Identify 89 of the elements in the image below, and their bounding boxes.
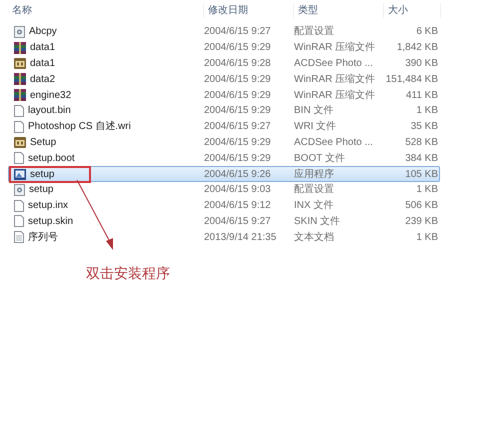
- file-name: Setup: [30, 136, 56, 150]
- file-row[interactable]: setup 2004/6/15 9:26 应用程序 105 KB: [8, 166, 440, 182]
- file-type: INX 文件: [293, 198, 334, 214]
- modified-date: 2004/6/15 9:12: [203, 199, 272, 214]
- blank-file-icon: [14, 215, 24, 228]
- file-row[interactable]: Abcpy 2004/6/15 9:27 配置设置 6 KB: [8, 24, 440, 40]
- settings-file-icon: [14, 184, 25, 196]
- column-header[interactable]: 名称: [12, 2, 203, 18]
- file-row[interactable]: data2 2004/6/15 9:29 WinRAR 压缩文件 151,484 KB: [8, 71, 440, 88]
- file-row[interactable]: Photoshop CS 自述.wri 2004/6/15 9:27 WRI 文件 35 KB: [8, 118, 440, 135]
- modified-date: 2004/6/15 9:27: [203, 25, 272, 40]
- settings-file-icon: [14, 26, 25, 38]
- column-header[interactable]: 大小: [383, 2, 441, 18]
- books-stack-icon: [14, 89, 26, 102]
- file-size: 390 KB: [404, 57, 438, 71]
- file-name: setup.inx: [28, 199, 68, 214]
- file-type: BIN 文件: [293, 104, 334, 118]
- file-type: 配置设置: [293, 24, 335, 40]
- modified-date: 2004/6/15 9:26: [203, 168, 272, 182]
- modified-date: 2004/6/15 9:03: [203, 183, 272, 198]
- modified-date: 2013/9/14 21:35: [203, 230, 278, 245]
- blank-file-icon: [14, 152, 24, 164]
- modified-date: 2004/6/15 9:28: [203, 57, 272, 71]
- file-type: WRI 文件: [293, 120, 338, 134]
- file-name: setup.skin: [28, 214, 74, 229]
- file-size: 6 KB: [415, 25, 438, 40]
- file-name: layout.bin: [28, 104, 71, 118]
- file-type: BOOT 文件: [293, 152, 346, 166]
- blank-file-icon: [14, 104, 24, 117]
- file-size: 1,842 KB: [396, 41, 438, 56]
- file-row[interactable]: setup.inx 2004/6/15 9:12 INX 文件 506 KB: [8, 198, 440, 214]
- modified-date: 2004/6/15 9:29: [203, 88, 272, 103]
- file-row[interactable]: Setup 2004/6/15 9:29 ACDSee Photo ... 528 KB: [8, 134, 440, 150]
- books-stack-icon: [14, 73, 26, 86]
- installer-icon: [14, 168, 26, 180]
- file-name: data2: [30, 72, 56, 87]
- file-size: 1 KB: [415, 230, 438, 245]
- file-type: WinRAR 压缩文件: [293, 40, 376, 56]
- file-type: ACDSee Photo ...: [293, 57, 374, 71]
- file-size: 384 KB: [404, 152, 438, 166]
- file-name: setup: [29, 183, 54, 198]
- file-type: 文本文档: [293, 230, 335, 245]
- file-row[interactable]: setup.skin 2004/6/15 9:27 SKIN 文件 239 KB: [8, 214, 440, 230]
- file-name: engine32: [30, 88, 72, 103]
- file-size: 35 KB: [410, 120, 438, 134]
- file-size: 151,484 KB: [384, 72, 438, 87]
- file-type: 配置设置: [293, 182, 335, 198]
- books-stack-icon: [14, 42, 26, 54]
- file-size: 528 KB: [404, 136, 438, 150]
- photo-viewer-icon: [14, 58, 26, 69]
- annotation-text: 双击安装程序: [86, 264, 170, 283]
- blank-file-icon: [14, 200, 24, 212]
- column-header[interactable]: 类型: [293, 2, 383, 18]
- file-row[interactable]: setup 2004/6/15 9:03 配置设置 1 KB: [8, 182, 440, 198]
- file-row[interactable]: engine32 2004/6/15 9:29 WinRAR 压缩文件 411 KB: [8, 87, 440, 103]
- file-row[interactable]: setup.boot 2004/6/15 9:29 BOOT 文件 384 KB: [8, 150, 440, 166]
- blank-file-icon: [14, 120, 24, 133]
- file-name: setup: [30, 168, 54, 182]
- file-type: WinRAR 压缩文件: [293, 88, 376, 103]
- file-name: Photoshop CS 自述.wri: [28, 120, 131, 134]
- text-document-icon: [14, 231, 24, 244]
- file-row[interactable]: data1 2004/6/15 9:28 ACDSee Photo ... 390 KB: [8, 56, 440, 72]
- file-name: data1: [30, 41, 56, 56]
- file-type: SKIN 文件: [293, 214, 342, 229]
- photo-viewer-icon: [14, 136, 26, 148]
- file-name: setup.boot: [28, 152, 75, 166]
- file-name: data1: [30, 57, 56, 71]
- file-size: 239 KB: [404, 214, 438, 229]
- file-size: 105 KB: [404, 168, 438, 182]
- file-type: ACDSee Photo ...: [293, 136, 374, 150]
- modified-date: 2004/6/15 9:27: [203, 214, 272, 229]
- file-type: WinRAR 压缩文件: [293, 72, 376, 87]
- modified-date: 2004/6/15 9:29: [203, 136, 272, 150]
- file-size: 1 KB: [415, 104, 438, 118]
- file-type: 应用程序: [293, 168, 335, 182]
- file-name: 序列号: [28, 230, 58, 245]
- modified-date: 2004/6/15 9:27: [203, 120, 272, 134]
- file-size: 411 KB: [404, 88, 438, 103]
- file-row[interactable]: data1 2004/6/15 9:29 WinRAR 压缩文件 1,842 KB: [8, 40, 440, 56]
- file-row[interactable]: layout.bin 2004/6/15 9:29 BIN 文件 1 KB: [8, 102, 440, 119]
- file-name: Abcpy: [29, 25, 57, 40]
- file-size: 1 KB: [415, 183, 438, 198]
- modified-date: 2004/6/15 9:29: [203, 41, 272, 56]
- file-row[interactable]: 序列号 2013/9/14 21:35 文本文档 1 KB: [8, 229, 440, 246]
- modified-date: 2004/6/15 9:29: [203, 104, 272, 118]
- modified-date: 2004/6/15 9:29: [203, 72, 272, 87]
- modified-date: 2004/6/15 9:29: [203, 152, 272, 166]
- column-header[interactable]: 修改日期: [203, 2, 293, 18]
- file-size: 506 KB: [404, 199, 438, 214]
